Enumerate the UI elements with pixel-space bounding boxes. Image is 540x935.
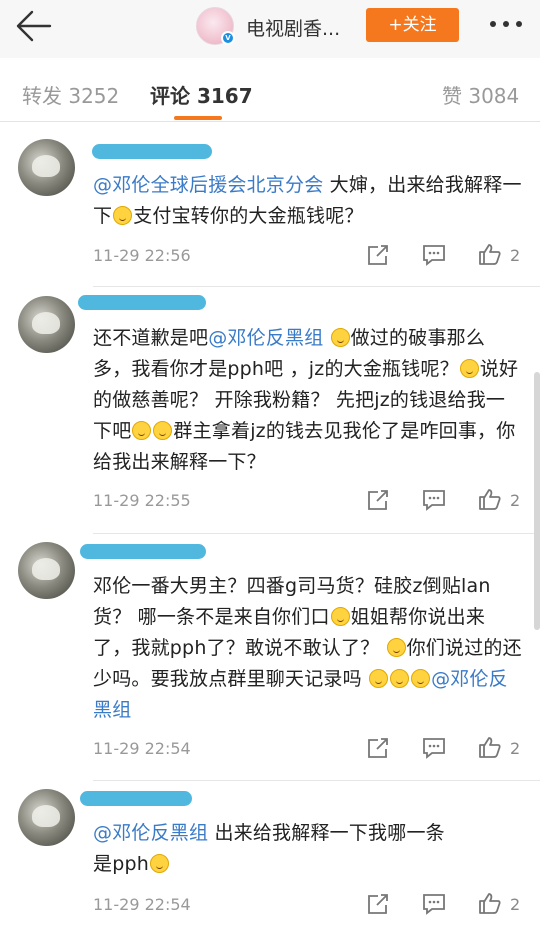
like-count: 2 <box>510 491 521 510</box>
account-title[interactable]: 电视剧香... <box>246 14 340 41</box>
smile-emoji-icon <box>153 421 173 440</box>
top-bar: V 电视剧香... +关注 <box>0 0 540 58</box>
tab-bar: 转发 3252 评论 3167 赞 3084 <box>0 58 540 120</box>
smile-emoji-icon <box>369 669 389 688</box>
follow-button[interactable]: +关注 <box>366 8 459 42</box>
reply-icon[interactable] <box>422 737 446 759</box>
active-tab-indicator <box>174 116 222 120</box>
like-icon[interactable] <box>478 488 502 510</box>
reply-icon[interactable] <box>422 893 446 915</box>
comment-time: 11-29 22:56 <box>93 246 191 265</box>
comment-separator <box>93 286 540 287</box>
mention-link[interactable]: @邓伦反黑组 <box>93 822 208 844</box>
confused-emoji-icon <box>330 607 350 626</box>
smile-emoji-icon <box>132 421 152 440</box>
avatar[interactable] <box>18 296 75 353</box>
comment-separator <box>93 780 540 781</box>
reply-icon[interactable] <box>422 489 446 511</box>
smile-emoji-icon <box>459 359 479 378</box>
comment-time: 11-29 22:54 <box>93 895 191 914</box>
username-redacted <box>80 544 206 559</box>
more-options-icon[interactable] <box>486 21 526 29</box>
repost-icon[interactable] <box>366 489 390 511</box>
tab-divider <box>0 121 540 122</box>
comment-time: 11-29 22:54 <box>93 739 191 758</box>
like-icon[interactable] <box>478 243 502 265</box>
repost-icon[interactable] <box>366 737 390 759</box>
like-icon[interactable] <box>478 892 502 914</box>
mention-link[interactable]: @邓伦全球后援会北京分会 <box>93 174 323 196</box>
smile-emoji-icon <box>390 669 410 688</box>
comment-time: 11-29 22:55 <box>93 491 191 510</box>
scrollbar[interactable] <box>534 372 540 630</box>
username-redacted <box>92 144 212 159</box>
comment-text: @邓伦反黑组 出来给我解释一下我哪一条是pph <box>93 822 445 875</box>
username-redacted <box>78 295 206 310</box>
comment-text: 还不道歉是吧@邓伦反黑组 做过的破事那么多，我看你才是pph吧 ，jz的大金瓶钱… <box>93 327 519 473</box>
like-count: 2 <box>510 895 521 914</box>
avatar[interactable] <box>18 139 75 196</box>
comment-separator <box>93 533 540 534</box>
username-redacted <box>80 791 192 806</box>
like-icon[interactable] <box>478 736 502 758</box>
mention-link[interactable]: @邓伦反黑组 <box>208 327 323 349</box>
comment-text: @邓伦全球后援会北京分会 大婶，出来给我解释一下 支付宝转你的大金瓶钱呢？ <box>93 174 522 227</box>
tab-reposts[interactable]: 转发 3252 <box>22 80 119 109</box>
repost-icon[interactable] <box>366 893 390 915</box>
repost-icon[interactable] <box>366 244 390 266</box>
smile-emoji-icon <box>149 854 169 873</box>
smile-emoji-icon <box>113 206 133 225</box>
tab-comments[interactable]: 评论 3167 <box>150 80 253 109</box>
smile-emoji-icon <box>411 669 431 688</box>
avatar[interactable] <box>18 789 75 846</box>
verified-badge-icon: V <box>221 31 235 45</box>
back-arrow-icon[interactable] <box>14 9 54 43</box>
reply-icon[interactable] <box>422 244 446 266</box>
like-count: 2 <box>510 739 521 758</box>
smile-emoji-icon <box>386 638 406 657</box>
comment-text: 邓伦一番大男主？四番g司马货？硅胶z倒贴lan货？ 哪一条不是来自你们口 姐姐帮你… <box>93 575 522 721</box>
avatar[interactable] <box>18 542 75 599</box>
tab-likes[interactable]: 赞 3084 <box>442 80 519 109</box>
smile-emoji-icon <box>330 328 350 347</box>
like-count: 2 <box>510 246 521 265</box>
